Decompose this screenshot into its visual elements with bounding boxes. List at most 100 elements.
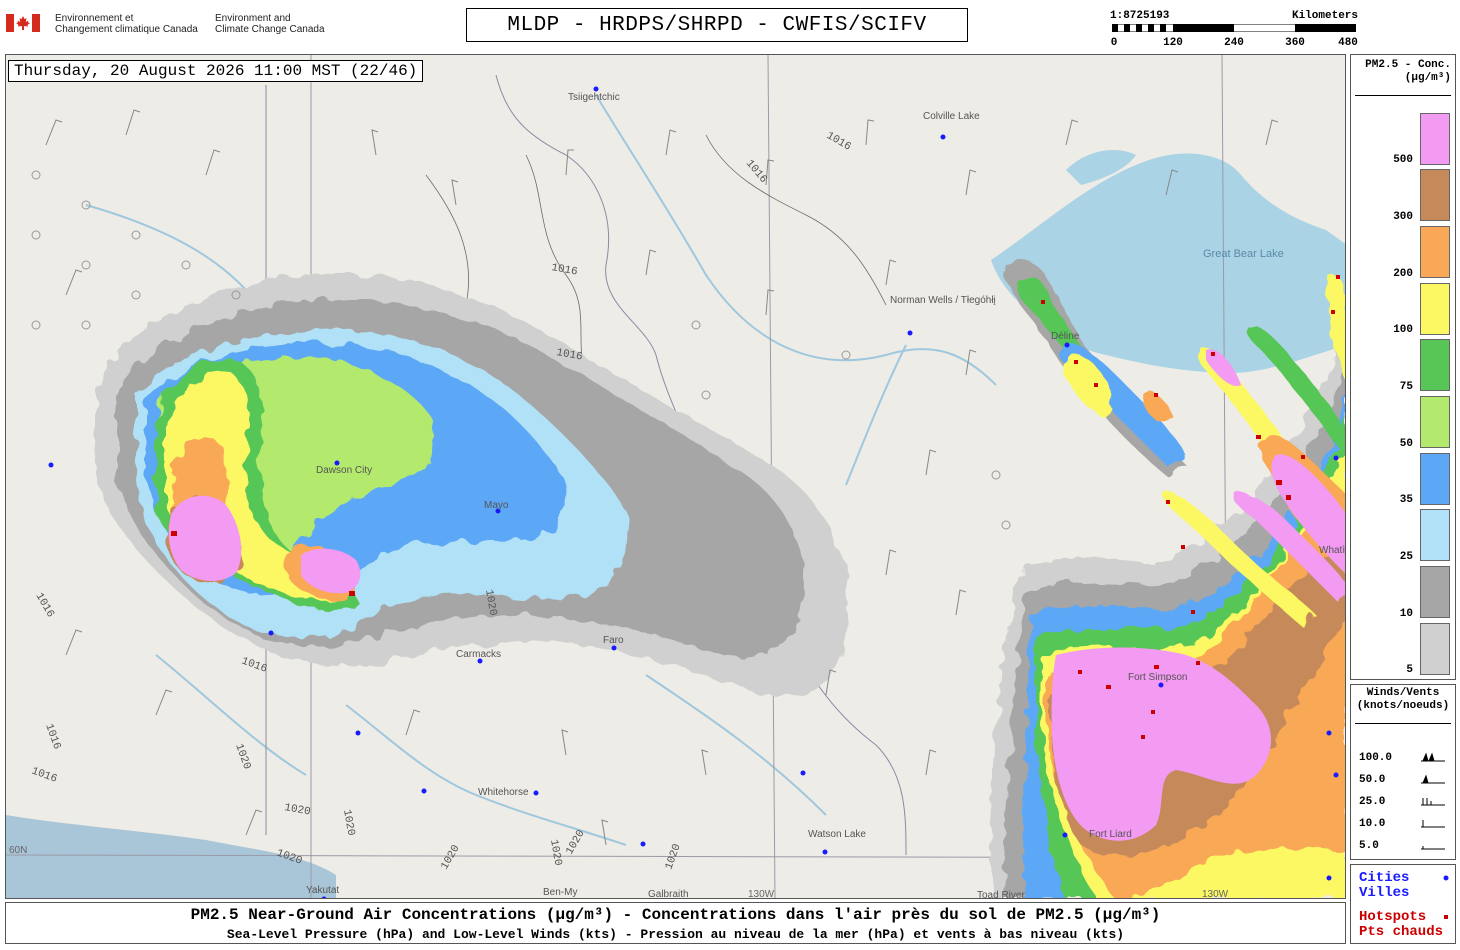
city-dot [48,462,54,468]
wind-speed-label: 50.0 [1359,774,1386,786]
symbols-legend: Cities Villes Hotspots Pts chauds [1350,864,1456,944]
wind-speed-label: 10.0 [1359,818,1386,830]
legend-swatch [1420,509,1450,561]
hotspot [1154,393,1158,397]
hotspot [1154,665,1159,669]
legend-swatch [1420,339,1450,391]
scale-bar-widget: 1:8725193 Kilometers 0 120 240 360 480 [1108,10,1358,50]
hotspot [1286,495,1291,500]
legend-label: 200 [1393,268,1413,280]
city-dot [268,630,274,636]
place-label: Mayo [484,500,509,511]
hotspots-label-en: Hotspots [1359,909,1427,925]
hotspot [1336,275,1340,279]
hotspot [1151,710,1155,714]
city-dot [640,841,646,847]
city-dot [1333,455,1339,461]
place-label: Ben-My [543,887,577,898]
place-label: Whitehorse [478,787,529,798]
legend-swatch [1420,453,1450,505]
map-canvas[interactable]: 1016 1016 1016 1016 1016 1016 1016 1016 … [5,54,1346,899]
legend-label: 300 [1393,211,1413,223]
cities-label-fr: Villes [1359,885,1410,901]
graticule-label: 60N [9,845,27,856]
scale-tick: 240 [1224,37,1244,49]
place-label: Fort Simpson [1128,672,1187,683]
legend-swatch [1420,396,1450,448]
place-label: Dawson City [316,465,372,476]
scale-tick: 480 [1338,37,1358,49]
header: Environnement et Changement climatique C… [0,0,1460,52]
hotspot [1181,545,1185,549]
city-dot [800,770,806,776]
page-title: MLDP - HRDPS/SHRPD - CWFIS/SCIFV [466,8,968,42]
city-dot [940,134,946,140]
hotspot-icon [1444,915,1448,919]
city-dot [822,849,828,855]
wind-legend-row: 50.0 [1359,774,1449,786]
map-svg: 1016 1016 1016 1016 1016 1016 1016 1016 … [6,55,1345,899]
wind-legend-row: 100.0 [1359,752,1449,764]
hotspot [1041,300,1045,304]
city-dot [533,790,539,796]
legend-label: 50 [1399,438,1413,450]
hotspot [1331,310,1335,314]
hotspot [1301,455,1305,459]
city-dot [593,86,599,92]
place-label: Fort Liard [1089,829,1132,840]
hotspot [1276,480,1282,485]
place-label: Yakutat [306,885,339,896]
cities-label-en: Cities [1359,870,1410,886]
place-label: Faro [603,635,624,646]
hotspot [1256,435,1261,439]
legend-title-line1: PM2.5 - Conc. [1365,59,1451,71]
legend-swatch [1420,623,1450,675]
scale-units: Kilometers [1291,10,1358,22]
hotspot [1141,735,1145,739]
hotspots-label-fr: Pts chauds [1359,924,1444,940]
hotspot [171,531,177,536]
city-dot [1062,832,1068,838]
footer-caption: PM2.5 Near-Ground Air Concentrations (µg… [5,902,1346,944]
place-label: Tsiigehtchic [568,92,620,103]
legend-swatch [1420,566,1450,618]
hotspot [1166,500,1170,504]
agency-fr-line2: Changement climatique Canada [55,24,198,35]
footer-line-1: PM2.5 Near-Ground Air Concentrations (µg… [190,906,1161,924]
wind-speed-label: 5.0 [1359,840,1379,852]
scale-bar [1112,24,1356,32]
wind-legend-title: Winds/Vents (knots/noeuds) [1353,687,1453,713]
legend-divider [1355,95,1451,96]
scale-tick: 0 [1110,37,1118,49]
agency-en-line1: Environment and [215,13,291,24]
wind-barb-100-icon [1421,752,1445,762]
city-dot [1333,772,1339,778]
graticule-label: 130W [748,889,775,899]
city-dot-icon [1443,875,1449,881]
city-dot [1326,730,1332,736]
wind-title-line1: Winds/Vents [1366,687,1440,699]
scale-ratio: 1:8725193 [1110,10,1170,22]
city-dot [1158,682,1164,688]
place-label: Norman Wells / Tłegóhłį [890,295,996,306]
wind-legend: Winds/Vents (knots/noeuds) 100.0 50.0 25… [1350,684,1456,860]
place-label: Toad River [977,890,1025,899]
wind-speed-label: 100.0 [1359,752,1393,764]
place-label: Watson Lake [808,829,866,840]
agency-en-line2: Climate Change Canada [215,24,325,35]
hotspot [1078,670,1082,674]
hotspot [1196,661,1200,665]
legend-label: 35 [1399,494,1413,506]
wind-legend-divider [1355,723,1451,724]
legend-label: 75 [1399,381,1413,393]
wind-title-line2: (knots/noeuds) [1356,700,1450,712]
legend-title: PM2.5 - Conc. (µg/m³) [1355,59,1451,85]
city-dot [1326,875,1332,881]
agency-name-en: Environment and Climate Change Canada [215,13,325,35]
wind-legend-row: 25.0 [1359,796,1449,808]
hotspot [1074,360,1078,364]
place-label: Déline [1051,331,1080,342]
legend-label: 100 [1393,324,1413,336]
hotspot [1191,610,1195,614]
legend-swatch [1420,169,1450,221]
